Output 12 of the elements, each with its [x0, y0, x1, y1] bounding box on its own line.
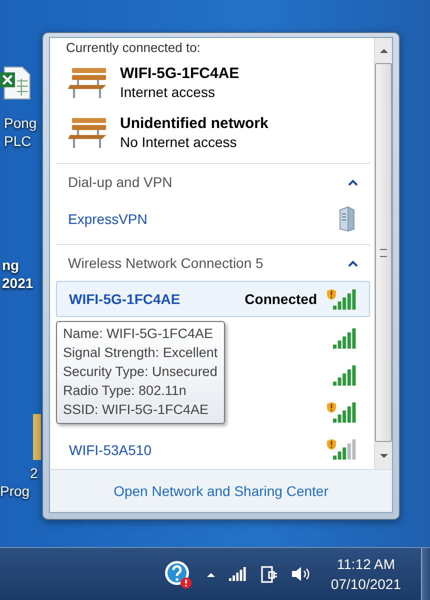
access-status: Internet access: [120, 84, 216, 100]
section-title: Dial-up and VPN: [68, 174, 172, 190]
tooltip-line: Signal Strength: Excellent: [63, 344, 218, 362]
section-title: Wireless Network Connection 5: [68, 255, 264, 271]
tooltip-line: Security Type: Unsecured: [63, 363, 218, 381]
network-name: WIFI-5G-1FC4AE: [120, 64, 240, 82]
section-heading: Currently connected to:: [65, 39, 202, 57]
tooltip-line: SSID: WIFI-5G-1FC4AE: [63, 401, 210, 419]
tooltip-line: Radio Type: 802.11n: [63, 382, 188, 400]
access-status: No Internet access: [120, 134, 238, 150]
network-name: Unidentified network: [120, 114, 268, 132]
tooltip-line: Name: WIFI-5G-1FC4AE: [63, 325, 214, 343]
